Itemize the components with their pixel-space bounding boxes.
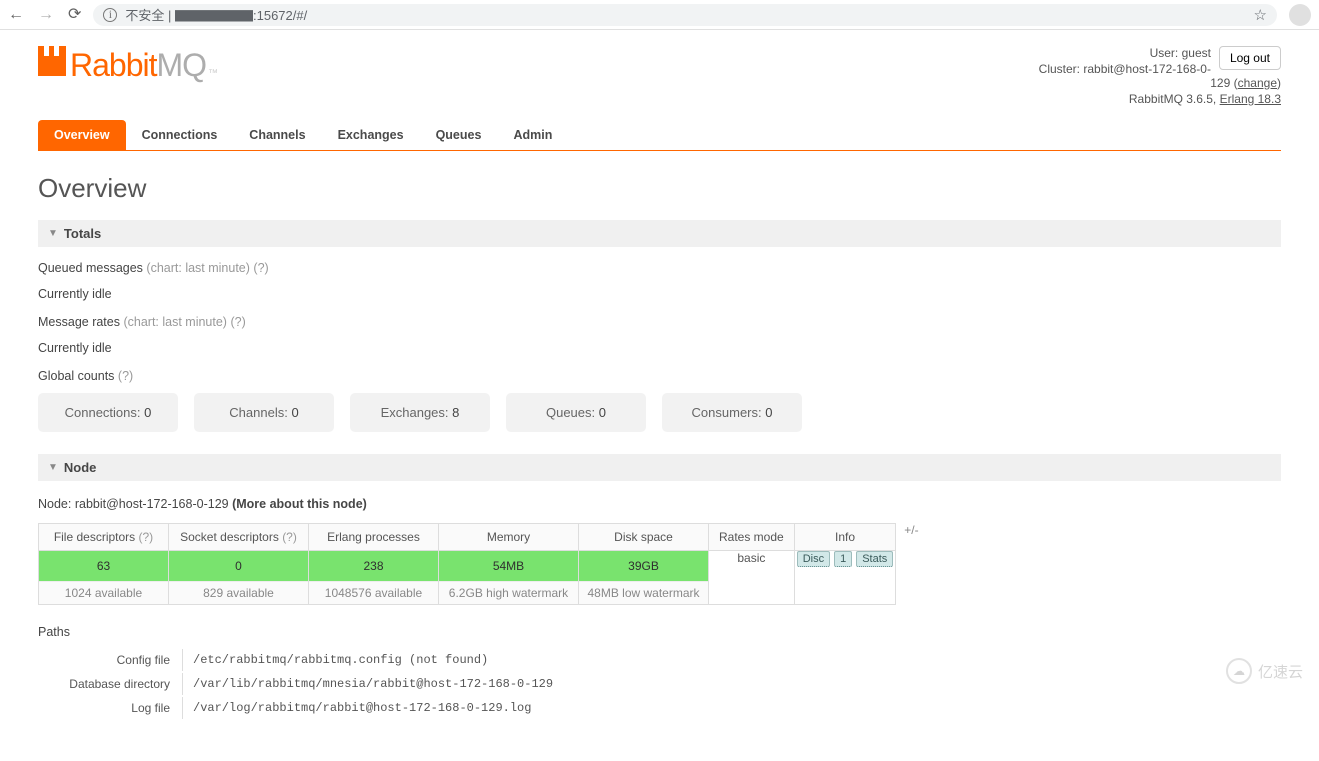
bookmark-star-icon[interactable]: ☆ [1254, 6, 1267, 24]
rabbitmq-logo-mark [38, 46, 66, 76]
node-stats-table: File descriptors (?) Socket descriptors … [38, 523, 896, 605]
back-icon[interactable]: ← [8, 7, 24, 23]
count-queues[interactable]: Queues: 0 [506, 393, 646, 432]
node-line-label: Node: [38, 497, 71, 511]
global-counts-row: Global counts (?) [38, 369, 1281, 383]
reload-icon[interactable]: ⟳ [68, 7, 81, 23]
rabbitmq-version: RabbitMQ 3.6.5, [1129, 92, 1216, 106]
global-counts-label: Global counts [38, 369, 114, 383]
cluster-name: rabbit@host-172-168-0-129 [1083, 62, 1230, 90]
help-global[interactable]: (?) [118, 369, 133, 383]
message-rates-label: Message rates [38, 315, 120, 329]
nav-tabs: Overview Connections Channels Exchanges … [38, 120, 1281, 151]
chart-hint-1: (chart: last minute) [146, 261, 250, 275]
node-table-header-row: File descriptors (?) Socket descriptors … [39, 524, 896, 551]
browser-nav: ← → ⟳ [8, 7, 81, 23]
chevron-down-icon: ▼ [48, 462, 58, 473]
th-rates-mode: Rates mode [709, 524, 795, 551]
tab-channels[interactable]: Channels [233, 120, 321, 150]
logo-text-rabbit: Rabbit [70, 47, 157, 83]
paths-title: Paths [38, 625, 1281, 639]
cell-rates-mode: basic [709, 551, 795, 605]
path-value-log: /var/log/rabbitmq/rabbit@host-172-168-0-… [182, 697, 1279, 719]
header-row: RabbitMQ ™ Log out User: guest Cluster: … [38, 46, 1281, 108]
th-erlang-processes: Erlang processes [309, 524, 439, 551]
queued-idle: Currently idle [38, 287, 1281, 301]
more-about-node-link[interactable]: (More about this node) [232, 497, 367, 511]
browser-chrome: ← → ⟳ i 不安全 | ▇▇▇▇▇▇:15672/#/ ☆ [0, 0, 1319, 30]
th-socket-descriptors: Socket descriptors (?) [169, 524, 309, 551]
queued-messages-row: Queued messages (chart: last minute) (?) [38, 261, 1281, 275]
cluster-label: Cluster: [1039, 62, 1080, 76]
watermark-text: 亿速云 [1258, 661, 1303, 682]
rates-idle: Currently idle [38, 341, 1281, 355]
logo-text-mq: MQ [157, 47, 207, 83]
help-queued[interactable]: (?) [253, 261, 268, 275]
path-row-config: Config file /etc/rabbitmq/rabbitmq.confi… [40, 649, 1279, 671]
th-file-descriptors: File descriptors (?) [39, 524, 169, 551]
node-name: rabbit@host-172-168-0-129 [75, 497, 229, 511]
chart-hint-2: (chart: last minute) [123, 315, 227, 329]
th-disk-space: Disk space [579, 524, 709, 551]
tab-queues[interactable]: Queues [420, 120, 498, 150]
logo-tm: ™ [208, 68, 218, 79]
th-info: Info [794, 524, 896, 551]
info-chip-1[interactable]: 1 [834, 551, 852, 567]
message-rates-row: Message rates (chart: last minute) (?) [38, 315, 1281, 329]
count-channels[interactable]: Channels: 0 [194, 393, 334, 432]
profile-avatar[interactable] [1289, 4, 1311, 26]
node-name-line: Node: rabbit@host-172-168-0-129 (More ab… [38, 497, 1281, 511]
cell-sd: 0 829 available [169, 551, 309, 605]
watermark: ☁ 亿速云 [1226, 658, 1303, 684]
info-chip-disc[interactable]: Disc [797, 551, 830, 567]
cell-disk: 39GB 48MB low watermark [579, 551, 709, 605]
tab-admin[interactable]: Admin [497, 120, 568, 150]
forward-icon[interactable]: → [38, 7, 54, 23]
section-node-header[interactable]: ▼ Node [38, 454, 1281, 481]
path-label-log: Log file [40, 697, 180, 719]
url-text: 不安全 | ▇▇▇▇▇▇:15672/#/ [125, 5, 307, 24]
cell-info: Disc1Stats [794, 551, 896, 605]
count-consumers[interactable]: Consumers: 0 [662, 393, 802, 432]
count-exchanges[interactable]: Exchanges: 8 [350, 393, 490, 432]
cell-ep: 238 1048576 available [309, 551, 439, 605]
info-chip-stats[interactable]: Stats [856, 551, 893, 567]
th-memory: Memory [439, 524, 579, 551]
user-label: User: [1150, 46, 1179, 60]
tab-overview[interactable]: Overview [38, 120, 126, 150]
cloud-icon: ☁ [1226, 658, 1252, 684]
section-totals-label: Totals [64, 226, 101, 241]
tab-connections[interactable]: Connections [126, 120, 234, 150]
cell-memory: 54MB 6.2GB high watermark [439, 551, 579, 605]
columns-toggle[interactable]: +/- [904, 523, 918, 537]
page-title: Overview [38, 173, 1281, 204]
paths-table: Config file /etc/rabbitmq/rabbitmq.confi… [38, 647, 1281, 721]
path-row-log: Log file /var/log/rabbitmq/rabbit@host-1… [40, 697, 1279, 719]
info-icon[interactable]: i [103, 8, 117, 22]
url-bar[interactable]: i 不安全 | ▇▇▇▇▇▇:15672/#/ ☆ [93, 4, 1277, 26]
logout-button[interactable]: Log out [1219, 46, 1281, 70]
path-label-config: Config file [40, 649, 180, 671]
rabbitmq-logo[interactable]: RabbitMQ ™ [38, 46, 218, 84]
tab-exchanges[interactable]: Exchanges [322, 120, 420, 150]
user-box: Log out User: guest Cluster: rabbit@host… [1038, 46, 1281, 108]
node-table-data-row: 63 1024 available 0 829 available 238 10… [39, 551, 896, 605]
section-totals-header[interactable]: ▼ Totals [38, 220, 1281, 247]
path-value-config: /etc/rabbitmq/rabbitmq.config (not found… [182, 649, 1279, 671]
erlang-version-link[interactable]: Erlang 18.3 [1220, 92, 1281, 106]
section-node-label: Node [64, 460, 97, 475]
chevron-down-icon: ▼ [48, 228, 58, 239]
user-name: guest [1182, 46, 1211, 60]
queued-messages-label: Queued messages [38, 261, 143, 275]
count-connections[interactable]: Connections: 0 [38, 393, 178, 432]
help-rates[interactable]: (?) [230, 315, 245, 329]
cell-fd: 63 1024 available [39, 551, 169, 605]
global-count-boxes: Connections: 0 Channels: 0 Exchanges: 8 … [38, 393, 1281, 432]
change-cluster-link[interactable]: change [1238, 76, 1277, 90]
